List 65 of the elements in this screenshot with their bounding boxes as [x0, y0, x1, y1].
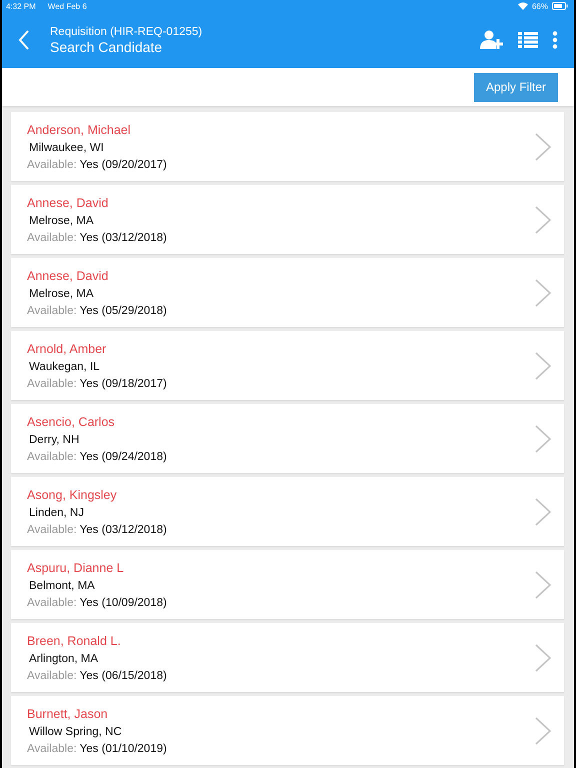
available-value: Yes (01/10/2019) — [80, 742, 167, 754]
candidate-name: Burnett, Jason — [27, 706, 109, 720]
add-person-icon[interactable] — [480, 30, 504, 50]
chevron-right-icon — [535, 716, 551, 744]
available-label: Available: — [27, 596, 77, 608]
available-label: Available: — [27, 304, 77, 316]
available-label: Available: — [27, 524, 77, 536]
candidate-name: Breen, Ronald L. — [27, 634, 122, 648]
candidate-card[interactable]: Annese, David Melrose, MA Available: Yes (05/29/2018) — [11, 258, 564, 327]
candidate-card[interactable]: Breen, Ronald L. Arlington, MA Available: Yes (06/15/2018) — [11, 623, 564, 692]
candidate-location: Milwaukee, WI — [29, 142, 105, 154]
available-label: Available: — [27, 378, 77, 390]
available-label: Available: — [27, 158, 77, 170]
candidate-card[interactable]: Asencio, Carlos Derry, NH Available: Yes (09/24/2018) — [11, 404, 564, 473]
available-value: Yes (09/20/2017) — [80, 158, 167, 170]
chevron-right-icon — [535, 206, 551, 234]
available-label: Available: — [27, 742, 77, 754]
candidate-location: Belmont, MA — [29, 580, 96, 592]
candidate-card[interactable]: Asong, Kingsley Linden, NJ Available: Yes (03/12/2018) — [11, 477, 564, 546]
more-icon[interactable] — [552, 31, 558, 49]
available-label: Available: — [27, 670, 77, 682]
candidate-location: Derry, NH — [29, 434, 80, 446]
list-icon[interactable] — [518, 32, 538, 48]
header-title: Search Candidate — [50, 38, 164, 54]
candidate-name: Anderson, Michael — [27, 122, 132, 136]
status-time: 4:32 PM — [6, 2, 36, 10]
candidate-location: Arlington, MA — [29, 652, 100, 664]
available-value: Yes (03/12/2018) — [80, 232, 167, 244]
available-value: Yes (09/18/2017) — [80, 378, 167, 390]
candidate-card[interactable]: Anderson, Michael Milwaukee, WI Available: Yes (09/20/2017) — [11, 112, 564, 181]
chevron-right-icon — [535, 644, 551, 672]
battery-percent: 66% — [532, 2, 548, 10]
available-value: Yes (03/12/2018) — [80, 524, 167, 536]
candidate-location: Melrose, MA — [29, 214, 95, 226]
candidate-location: Willow Spring, NC — [29, 726, 123, 738]
chevron-right-icon — [535, 498, 551, 526]
chevron-right-icon — [535, 570, 551, 598]
candidate-name: Asong, Kingsley — [27, 488, 118, 502]
candidate-card[interactable]: Aspuru, Dianne L Belmont, MA Available: Yes (10/09/2018) — [11, 550, 564, 619]
candidate-name: Arnold, Amber — [27, 342, 108, 356]
candidate-name: Asencio, Carlos — [27, 414, 116, 428]
back-icon[interactable] — [18, 30, 30, 50]
available-value: Yes (10/09/2018) — [80, 596, 167, 608]
chevron-right-icon — [535, 424, 551, 452]
candidate-location: Melrose, MA — [29, 288, 95, 300]
status-date: Wed Feb 6 — [48, 2, 87, 10]
available-label: Available: — [27, 450, 77, 462]
candidate-card[interactable]: Annese, David Melrose, MA Available: Yes (03/12/2018) — [11, 185, 564, 254]
chevron-right-icon — [535, 352, 551, 380]
available-value: Yes (06/15/2018) — [80, 670, 167, 682]
chevron-right-icon — [535, 278, 551, 306]
candidate-location: Waukegan, IL — [29, 360, 101, 372]
candidate-location: Linden, NJ — [29, 506, 85, 518]
available-value: Yes (09/24/2018) — [80, 450, 167, 462]
chevron-right-icon — [535, 132, 551, 160]
candidate-name: Aspuru, Dianne L — [27, 560, 125, 574]
candidate-name: Annese, David — [27, 268, 110, 282]
available-value: Yes (05/29/2018) — [80, 304, 167, 316]
wifi-icon — [518, 2, 528, 10]
candidate-name: Annese, David — [27, 196, 110, 210]
candidate-card[interactable]: Arnold, Amber Waukegan, IL Available: Yes (09/18/2017) — [11, 331, 564, 400]
battery-icon — [552, 2, 568, 10]
header-subtitle: Requisition (HIR-REQ-01255) — [50, 26, 204, 38]
available-label: Available: — [27, 232, 77, 244]
candidate-card[interactable]: Burnett, Jason Willow Spring, NC Available: Yes (01/10/2019) — [11, 696, 564, 765]
